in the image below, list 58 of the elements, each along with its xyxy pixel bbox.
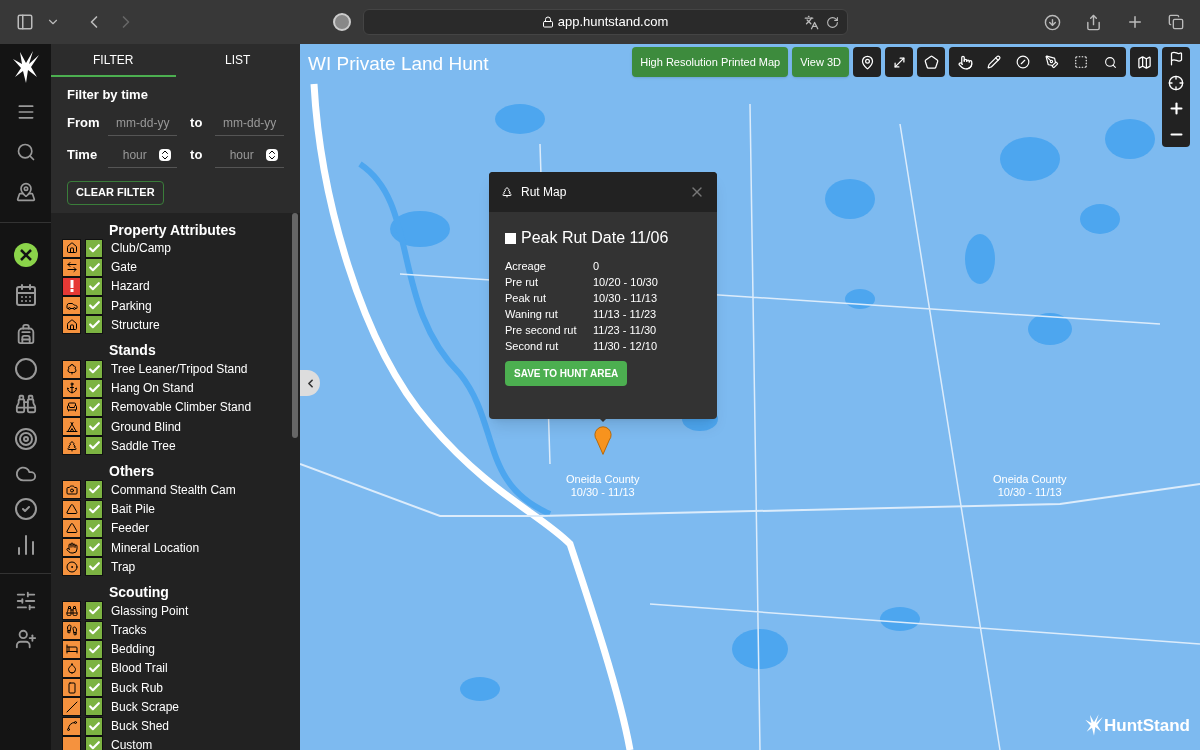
marker-type-label: Bait Pile (111, 501, 156, 519)
marker-type-label: Blood Trail (111, 660, 168, 678)
popup-row-label: Pre second rut (505, 323, 578, 338)
to-label: to (189, 113, 204, 132)
address-field[interactable]: app.huntstand.com (362, 9, 848, 35)
marker-type-label: Command Stealth Cam (111, 481, 236, 499)
popup-row-value: 0 (593, 259, 600, 274)
marker-type-label: Parking (111, 297, 152, 315)
view-3d-button[interactable]: View 3D (792, 47, 849, 77)
date-field[interactable]: mm-dd-yy (215, 110, 284, 136)
popup-row-value: 11/30 - 12/10 (593, 339, 657, 354)
marker-type-label: Gate (111, 259, 137, 277)
marker-type-label: Club/Camp (111, 240, 172, 258)
marker-type-label: Tree Leaner/Tripod Stand (111, 361, 248, 379)
popup-row-label: Peak rut (505, 291, 547, 306)
popup-row-label: Second rut (505, 339, 560, 354)
marker-type-label: Tracks (111, 622, 147, 640)
section-title: Others (108, 462, 156, 481)
filter-label: From (67, 113, 101, 132)
popup-heading: Peak Rut Date 11/06 (521, 228, 669, 248)
date-field[interactable]: mm-dd-yy (108, 110, 178, 136)
filter-label: Time (67, 145, 99, 164)
popup-row-label: Acreage (505, 259, 547, 274)
filter-title: Filter by time (67, 86, 149, 104)
section-title: Property Attributes (108, 220, 238, 239)
marker-type-label: Saddle Tree (111, 437, 176, 455)
marker-type-label: Mineral Location (111, 539, 200, 557)
popup-row-value: 11/23 - 11/30 (593, 323, 657, 338)
panel-tab[interactable]: LIST (175, 44, 300, 77)
marker-type-label: Buck Shed (111, 718, 170, 736)
section-title: Stands (108, 341, 157, 360)
marker-type-label: Structure (111, 316, 160, 334)
marker-type-label: Ground Blind (111, 418, 182, 436)
marker-type-label: Bedding (111, 641, 156, 659)
marker-type-label: Custom (111, 737, 153, 750)
brand-logo: HuntStand (1104, 714, 1190, 737)
popup-title: Rut Map (521, 184, 568, 201)
marker-type-label: Glassing Point (111, 602, 189, 620)
popup-row-value: 11/13 - 11/23 (593, 307, 657, 322)
marker-type-label: Hazard (111, 278, 150, 296)
popup-row-label: Waning rut (505, 307, 559, 322)
marker-type-label: Buck Scrape (111, 698, 180, 716)
panel-tab[interactable]: FILTER (51, 44, 176, 77)
marker-type-label: Feeder (111, 520, 150, 538)
clear-filter-button[interactable]: CLEAR FILTER (67, 180, 164, 205)
to-label: to (189, 145, 204, 164)
map-title: WI Private Land Hunt (308, 52, 489, 76)
popup-row-label: Pre rut (505, 275, 539, 290)
print-map-button[interactable]: High Resolution Printed Map (632, 47, 789, 77)
popup-row-value: 10/20 - 10/30 (593, 275, 658, 290)
region-label: Oneida County 10/30 - 11/13 (566, 473, 640, 499)
marker-type-label: Hang On Stand (111, 380, 194, 398)
section-title: Scouting (108, 583, 170, 602)
popup-row-value: 10/30 - 11/13 (593, 291, 657, 306)
marker-type-label: Removable Climber Stand (111, 399, 252, 417)
marker-type-label: Trap (111, 558, 136, 576)
marker-type-label: Buck Rub (111, 679, 164, 697)
region-label: Oneida County 10/30 - 11/13 (993, 473, 1067, 499)
